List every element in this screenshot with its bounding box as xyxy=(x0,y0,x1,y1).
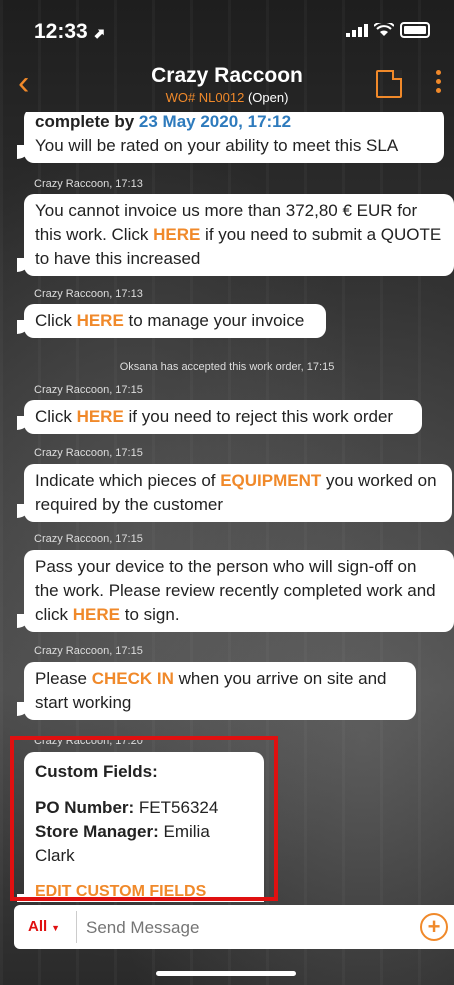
system-message: Oksana has accepted this work order, 17:… xyxy=(119,361,335,373)
status-icons xyxy=(346,22,430,38)
message-sender: Crazy Raccoon, 17:15 xyxy=(34,384,143,396)
add-attachment-icon[interactable]: + xyxy=(420,913,448,941)
message-sender: Crazy Raccoon, 17:13 xyxy=(34,288,143,300)
message-sender: Crazy Raccoon, 17:15 xyxy=(34,645,143,657)
status-bar: 12:33 ⬈ xyxy=(0,0,454,58)
divider xyxy=(76,911,77,943)
reject-here-link[interactable]: HERE xyxy=(77,407,124,426)
message-bubble: You cannot invoice us more than 372,80 €… xyxy=(17,194,454,276)
message-input[interactable] xyxy=(84,917,388,939)
home-indicator xyxy=(156,971,296,976)
highlight-box xyxy=(10,736,278,901)
message-sender: Crazy Raccoon, 17:13 xyxy=(34,178,143,190)
sign-here-link[interactable]: HERE xyxy=(73,605,120,624)
quote-here-link[interactable]: HERE xyxy=(153,225,200,244)
wifi-icon xyxy=(374,23,394,36)
status-time: 12:33 ⬈ xyxy=(34,20,106,43)
message-sender: Crazy Raccoon, 17:15 xyxy=(34,447,143,459)
message-bubble: complete by 23 May 2020, 17:12 You will … xyxy=(17,112,444,163)
equipment-link[interactable]: EQUIPMENT xyxy=(220,471,321,490)
message-sender: Crazy Raccoon, 17:15 xyxy=(34,533,143,545)
message-bubble: Pass your device to the person who will … xyxy=(17,550,454,632)
more-menu-icon[interactable] xyxy=(436,70,442,93)
recipient-filter-dropdown[interactable]: All ▼ xyxy=(28,918,60,935)
check-in-link[interactable]: CHECK IN xyxy=(92,669,174,688)
due-date-link[interactable]: 23 May 2020, 17:12 xyxy=(139,112,291,131)
message-bubble: Indicate which pieces of EQUIPMENT you w… xyxy=(17,464,452,522)
message-bubble: Click HERE to manage your invoice xyxy=(17,304,326,338)
work-order-number: WO# NL0012 xyxy=(165,90,245,105)
notes-icon[interactable] xyxy=(376,70,402,98)
message-bubble: Click HERE if you need to reject this wo… xyxy=(17,400,422,434)
work-order-status: (Open) xyxy=(247,90,289,105)
message-bubble: Please CHECK IN when you arrive on site … xyxy=(17,662,416,720)
location-arrow-icon: ⬈ xyxy=(93,25,106,41)
invoice-here-link[interactable]: HERE xyxy=(77,311,124,330)
nav-bar: ‹ Crazy Raccoon WO# NL0012 (Open) xyxy=(0,58,454,114)
dropdown-triangle-icon: ▼ xyxy=(51,923,61,933)
message-composer: All▼ + xyxy=(14,905,454,949)
signal-icon xyxy=(346,23,368,37)
battery-icon xyxy=(400,22,430,38)
